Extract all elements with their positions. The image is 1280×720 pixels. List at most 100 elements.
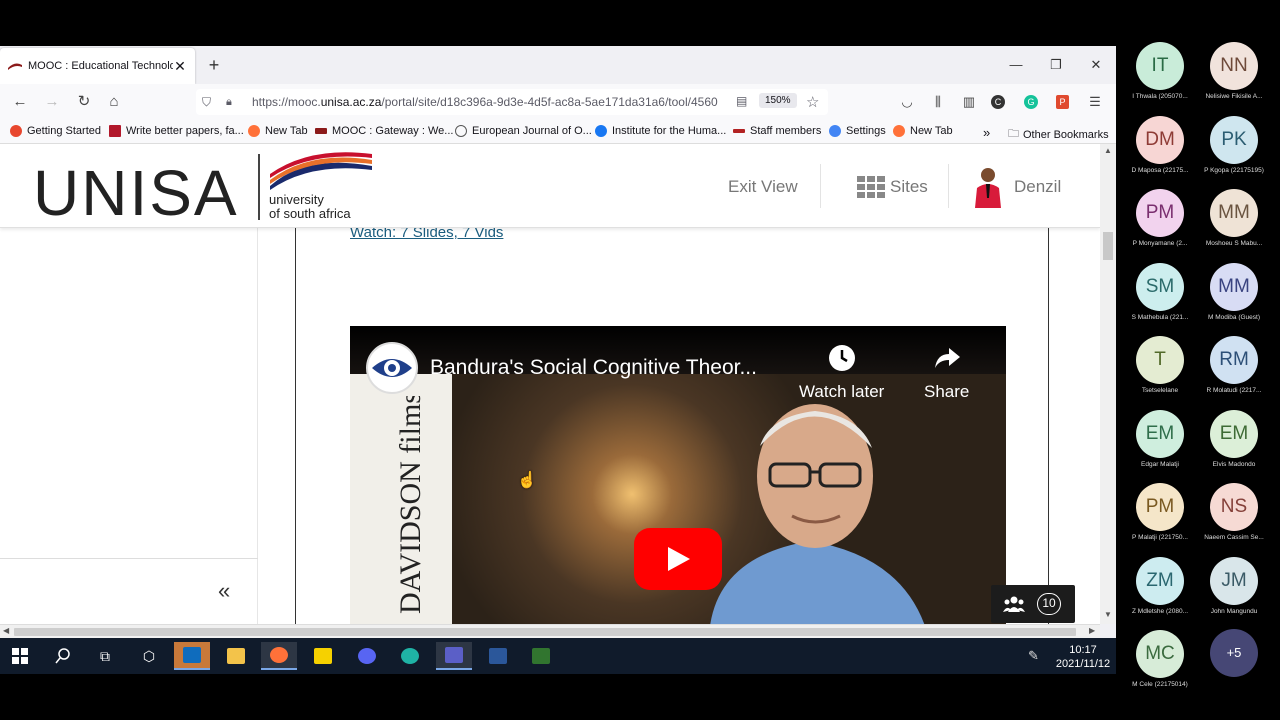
sticky-notes-button[interactable] (305, 642, 341, 670)
extension-p-icon[interactable]: P (1056, 95, 1069, 109)
pocket-icon[interactable]: ◡ (898, 93, 916, 111)
participant-tile[interactable]: EM Edgar Malatji (1120, 409, 1200, 468)
participant-tile[interactable]: MC M Cele (22175014) (1120, 630, 1200, 688)
sidebar-icon[interactable]: ▥ (960, 93, 978, 111)
outlook-button[interactable] (174, 642, 210, 670)
participant-tile[interactable]: ZM Z Mdletshe (2080... (1120, 556, 1200, 615)
participant-tile[interactable]: DM D Maposa (22175... (1120, 115, 1200, 174)
unisa-logo-text[interactable]: UNISA (33, 156, 239, 230)
participant-name: I Thwala (205070... (1132, 93, 1188, 100)
lock-icon[interactable]: 🔒︎ (226, 96, 240, 109)
participant-avatar: EM (1136, 409, 1184, 458)
user-avatar[interactable] (973, 164, 1003, 208)
user-name-link[interactable]: Denzil (1014, 177, 1061, 197)
vertical-scrollbar[interactable]: ▲ ▼ (1100, 144, 1116, 624)
bookmark-item[interactable]: Write better papers, fa... (109, 125, 244, 137)
library-icon[interactable]: ⫼ (929, 93, 947, 111)
word-button[interactable] (480, 642, 516, 670)
grammarly-icon[interactable]: G (1024, 95, 1038, 109)
tab-title: MOOC : Educational Technolog (28, 60, 173, 72)
youtube-video-embed[interactable]: DAVIDSON films Bandura's Social Cognitiv… (350, 326, 1006, 624)
participant-tile[interactable]: T Tsetselelane (1120, 336, 1200, 394)
participant-name: Moshoeu S Mabu... (1205, 240, 1263, 247)
sticky-notes-icon (314, 648, 332, 664)
channel-logo-icon[interactable] (366, 342, 418, 394)
sites-link[interactable]: Sites (890, 177, 928, 197)
browser-tab[interactable]: MOOC : Educational Technolog ✕ (0, 48, 195, 84)
participant-avatar: ZM (1136, 556, 1184, 605)
more-bookmarks-icon[interactable]: » (983, 125, 990, 140)
zoom-level[interactable]: 150% (759, 93, 797, 108)
back-button[interactable]: ← (10, 92, 30, 112)
search-button[interactable] (45, 642, 81, 670)
pen-icon[interactable]: ✎ (1028, 648, 1039, 664)
participant-tile[interactable]: PK P Kgopa (22175195) (1194, 115, 1274, 174)
home-button[interactable]: ⌂ (104, 92, 124, 112)
participants-pill[interactable]: 10 (991, 585, 1075, 623)
bookmark-item[interactable]: New Tab (248, 125, 308, 137)
more-participants-button[interactable]: +5 (1194, 629, 1274, 677)
scroll-left-icon[interactable]: ◀ (3, 626, 9, 635)
taskbar-app[interactable]: ⬡ (131, 642, 167, 670)
participant-tile[interactable]: MM M Modiba (Guest) (1194, 262, 1274, 321)
reload-button[interactable]: ↻ (74, 92, 94, 112)
reader-view-icon[interactable]: ▤ (736, 94, 747, 108)
tab-bar: MOOC : Educational Technolog ✕ + — ❐ ✕ (0, 46, 1116, 84)
sites-grid-icon[interactable] (857, 176, 885, 198)
participant-tile[interactable]: PM P Malatji (221750... (1120, 483, 1200, 541)
discord-button[interactable] (349, 642, 385, 670)
firefox-button[interactable] (261, 642, 297, 670)
participant-tile[interactable]: RM R Molatudi (2217... (1194, 336, 1274, 394)
address-bar[interactable]: ⛉ 🔒︎ https://mooc.unisa.ac.za/portal/sit… (196, 89, 828, 115)
edge-button[interactable] (392, 642, 428, 670)
forward-button[interactable]: → (42, 92, 62, 112)
bookmark-item[interactable]: MOOC : Gateway : We... (315, 125, 453, 137)
participant-tile[interactable]: EM Elvis Madondo (1194, 409, 1274, 468)
youtube-play-button[interactable] (634, 528, 722, 590)
extension-c-icon[interactable]: C (991, 95, 1005, 109)
menu-icon[interactable]: ☰ (1086, 93, 1104, 111)
exit-view-link[interactable]: Exit View (728, 177, 798, 197)
system-clock[interactable]: 10:17 2021/11/12 (1050, 643, 1116, 671)
minimize-button[interactable]: — (1004, 54, 1028, 76)
firefox-icon (248, 125, 260, 137)
unisa-favicon-icon (315, 128, 327, 134)
close-tab-icon[interactable]: ✕ (173, 58, 187, 75)
bookmark-item[interactable]: European Journal of O... (455, 125, 592, 137)
participant-tile[interactable]: JM John Mangundu (1194, 556, 1274, 615)
file-explorer-button[interactable] (218, 642, 254, 670)
participant-tile[interactable]: SM S Mathebula (221... (1120, 262, 1200, 321)
shield-icon[interactable]: ⛉ (202, 95, 216, 110)
watch-later-button[interactable]: Watch later (799, 344, 884, 402)
bookmark-item[interactable]: Institute for the Huma... (595, 125, 726, 137)
scroll-up-icon[interactable]: ▲ (1104, 146, 1112, 155)
task-view-button[interactable]: ⧉ (87, 642, 123, 670)
scroll-right-icon[interactable]: ▶ (1089, 626, 1095, 635)
project-button[interactable] (523, 642, 559, 670)
close-window-button[interactable]: ✕ (1084, 54, 1108, 76)
horizontal-scrollbar[interactable]: ◀ ▶ (0, 624, 1100, 638)
bookmark-item[interactable]: New Tab (893, 125, 953, 137)
collapse-panel-icon[interactable]: « (218, 578, 230, 604)
participant-name: M Modiba (Guest) (1207, 313, 1261, 321)
bookmark-item[interactable]: Getting Started (10, 125, 101, 137)
logo-subtitle-line1: university (269, 192, 324, 207)
bookmark-star-icon[interactable]: ☆ (806, 93, 819, 111)
participant-tile[interactable]: MM Moshoeu S Mabu... (1194, 189, 1274, 247)
video-title[interactable]: Bandura's Social Cognitive Theor... (430, 356, 757, 380)
new-tab-button[interactable]: + (205, 54, 223, 76)
scroll-down-icon[interactable]: ▼ (1104, 610, 1112, 619)
restore-button[interactable]: ❐ (1044, 54, 1068, 76)
bookmark-item[interactable]: Staff members (733, 125, 821, 137)
share-button[interactable]: Share (924, 344, 969, 402)
participant-tile[interactable]: IT I Thwala (205070... (1120, 42, 1200, 100)
bookmark-item[interactable]: Settings (829, 125, 886, 137)
participant-tile[interactable]: NN Nelisiwe Fikisile A... (1194, 42, 1274, 100)
scrollbar-thumb[interactable] (14, 628, 1076, 636)
bookmark-folder[interactable]: 🗀︎ Other Bookmarks (1008, 125, 1109, 144)
start-button[interactable] (2, 642, 38, 670)
participant-tile[interactable]: NS Naeem Cassim Se... (1194, 483, 1274, 541)
scrollbar-thumb[interactable] (1103, 232, 1113, 260)
participant-tile[interactable]: PM P Monyamane (2... (1120, 189, 1200, 247)
teams-button[interactable] (436, 642, 472, 670)
